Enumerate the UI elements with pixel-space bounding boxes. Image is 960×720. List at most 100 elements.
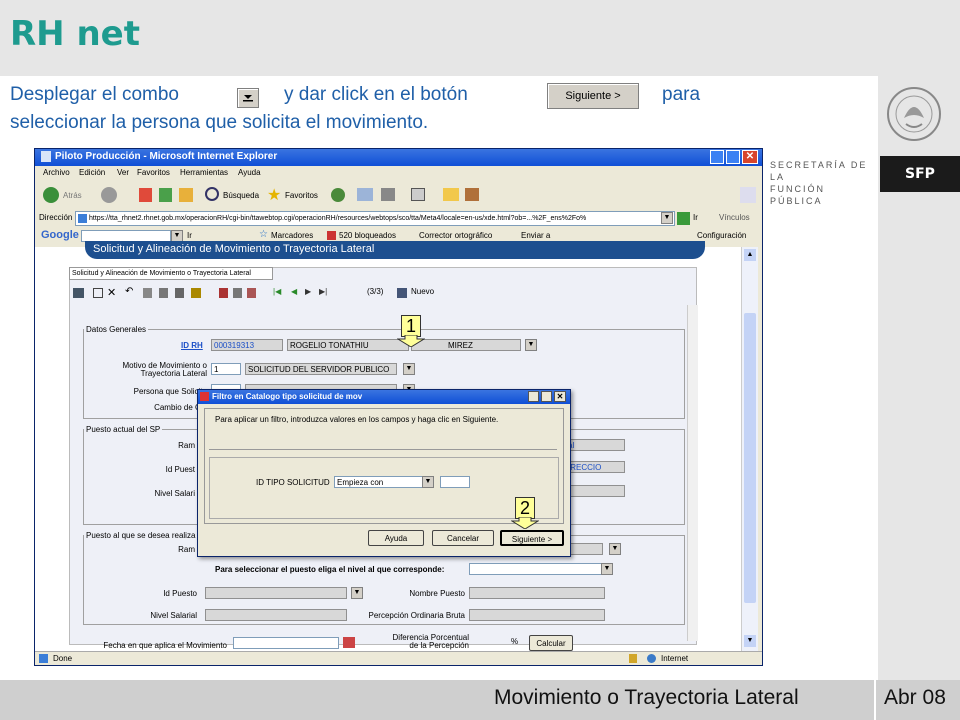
cut-icon[interactable] bbox=[219, 288, 228, 298]
delete-icon[interactable]: ✕ bbox=[107, 286, 116, 299]
refresh-icon[interactable] bbox=[159, 188, 172, 202]
next-button[interactable]: Siguiente > bbox=[500, 530, 564, 546]
links-label[interactable]: Vínculos bbox=[719, 213, 750, 222]
back-label[interactable]: Atrás bbox=[63, 191, 82, 200]
sort-icon[interactable] bbox=[175, 288, 184, 298]
filter-dialog: Filtro en Catalogo tipo solicitud de mov… bbox=[197, 389, 571, 557]
menu-favoritos[interactable]: Favoritos bbox=[137, 168, 170, 177]
calendar-icon[interactable] bbox=[343, 637, 355, 648]
org-name: SECRETARÍA DE LA FUNCIÓN PÚBLICA bbox=[770, 159, 880, 207]
ram2-dropdown-icon[interactable]: ▼ bbox=[609, 543, 621, 555]
id-rh-link[interactable]: ID RH bbox=[181, 341, 203, 350]
nivel-prompt: Para seleccionar el puesto eliga el nive… bbox=[215, 565, 445, 574]
folder-icon[interactable] bbox=[443, 188, 459, 201]
menu-archivo[interactable]: Archivo bbox=[43, 168, 70, 177]
nivel-select[interactable] bbox=[469, 563, 613, 575]
last-record-icon[interactable]: ▶| bbox=[319, 287, 327, 296]
motivo-label-2: Trayectoria Lateral bbox=[140, 369, 207, 378]
mail-icon[interactable] bbox=[357, 188, 373, 201]
copy-icon[interactable] bbox=[233, 288, 242, 298]
search-icon[interactable] bbox=[205, 187, 219, 201]
id-puesto-label-partial: Id Puest bbox=[165, 465, 195, 474]
lock-icon bbox=[629, 654, 637, 663]
media-icon[interactable] bbox=[331, 188, 345, 202]
first-record-icon[interactable]: |◀ bbox=[273, 287, 281, 296]
find-icon[interactable] bbox=[191, 288, 201, 298]
filter-value-input[interactable] bbox=[440, 476, 470, 488]
settings-label[interactable]: Configuración bbox=[697, 231, 746, 240]
page-icon bbox=[78, 213, 87, 223]
back-icon[interactable] bbox=[43, 187, 59, 203]
go-label[interactable]: Ir bbox=[693, 213, 698, 222]
favorites-label[interactable]: Favoritos bbox=[285, 191, 318, 200]
nivel-salarial-field bbox=[205, 609, 347, 621]
scroll-down-icon[interactable]: ▼ bbox=[744, 635, 756, 647]
org-line-1: SECRETARÍA DE LA bbox=[770, 160, 868, 182]
print-icon[interactable] bbox=[381, 188, 395, 201]
fecha-field[interactable] bbox=[233, 637, 339, 649]
operator-select[interactable]: Empieza con bbox=[334, 476, 432, 488]
blocked-label[interactable]: 520 bloqueados bbox=[339, 231, 396, 240]
footer-title: Movimiento o Trayectoria Lateral bbox=[494, 686, 799, 709]
scroll-thumb[interactable] bbox=[744, 313, 756, 603]
research-icon[interactable] bbox=[465, 188, 479, 201]
diferencia-label-2: de la Percepción bbox=[409, 641, 469, 650]
dialog-minimize-button[interactable] bbox=[528, 391, 539, 402]
google-logo: Google bbox=[41, 229, 79, 241]
clear-filter-icon[interactable] bbox=[159, 288, 168, 298]
new-doc-icon[interactable] bbox=[93, 288, 103, 298]
id-rh-dropdown-icon[interactable]: ▼ bbox=[525, 339, 537, 351]
favorites-icon[interactable]: ★ bbox=[267, 185, 281, 205]
bookmark-star-icon[interactable]: ☆ bbox=[259, 229, 268, 240]
home-icon[interactable] bbox=[179, 188, 193, 202]
filter-icon[interactable] bbox=[143, 288, 152, 298]
id-puesto-field bbox=[205, 587, 347, 599]
send-label[interactable]: Enviar a bbox=[521, 231, 550, 240]
stop-icon[interactable] bbox=[139, 188, 152, 202]
new-record-icon[interactable] bbox=[397, 288, 407, 298]
dialog-close-button[interactable]: ✕ bbox=[554, 391, 566, 402]
help-button[interactable]: Ayuda bbox=[368, 530, 424, 546]
inner-scrollbar[interactable] bbox=[687, 305, 698, 641]
edit-icon[interactable] bbox=[411, 188, 425, 201]
spell-label[interactable]: Corrector ortográfico bbox=[419, 231, 492, 240]
prev-record-icon[interactable]: ◀ bbox=[291, 287, 297, 296]
close-button[interactable]: ✕ bbox=[742, 150, 758, 164]
nivel-select-icon[interactable]: ▼ bbox=[601, 563, 613, 575]
address-input[interactable]: https://tta_rhnet2.rhnet.gob.mx/operacio… bbox=[75, 211, 675, 226]
footer-divider bbox=[874, 680, 876, 720]
paste-icon[interactable] bbox=[247, 288, 256, 298]
address-dropdown-icon[interactable]: ▼ bbox=[661, 212, 673, 224]
next-record-icon[interactable]: ▶ bbox=[305, 287, 311, 296]
grid-icon[interactable] bbox=[73, 288, 84, 298]
minimize-button[interactable] bbox=[710, 150, 724, 164]
tab-solicitud[interactable]: Solicitud y Alineación de Movimiento o T… bbox=[69, 267, 273, 280]
nuevo-label[interactable]: Nuevo bbox=[411, 287, 434, 296]
bookmarks-label[interactable]: Marcadores bbox=[271, 231, 313, 240]
name-field: ROGELIO TONATHIU bbox=[287, 339, 409, 351]
menu-ayuda[interactable]: Ayuda bbox=[238, 168, 261, 177]
google-go[interactable]: Ir bbox=[187, 231, 192, 240]
org-line-2: FUNCIÓN PÚBLICA bbox=[770, 184, 825, 206]
persona-label: Persona que Solicita bbox=[133, 387, 207, 396]
motivo-code-field[interactable]: 1 bbox=[211, 363, 241, 375]
dialog-maximize-button[interactable] bbox=[541, 391, 552, 402]
menu-edicion[interactable]: Edición bbox=[79, 168, 105, 177]
record-count: (3/3) bbox=[367, 287, 384, 296]
app-banner: Solicitud y Alineación de Movimiento o T… bbox=[85, 241, 705, 259]
operator-dropdown-icon[interactable]: ▼ bbox=[422, 476, 434, 488]
undo-icon[interactable]: ↶ bbox=[125, 286, 133, 297]
forward-icon[interactable] bbox=[101, 187, 117, 203]
page-scrollbar[interactable]: ▲ ▼ bbox=[741, 247, 758, 651]
menu-ver[interactable]: Ver bbox=[117, 168, 129, 177]
menu-herramientas[interactable]: Herramientas bbox=[180, 168, 228, 177]
search-label[interactable]: Búsqueda bbox=[223, 191, 259, 200]
motivo-dropdown-icon[interactable]: ▼ bbox=[403, 363, 415, 375]
go-icon[interactable] bbox=[677, 212, 690, 225]
maximize-button[interactable] bbox=[726, 150, 740, 164]
calcular-button[interactable]: Calcular bbox=[529, 635, 573, 651]
scroll-up-icon[interactable]: ▲ bbox=[744, 249, 756, 261]
cancel-button[interactable]: Cancelar bbox=[432, 530, 494, 546]
filter-field-label: ID TIPO SOLICITUD bbox=[256, 478, 330, 487]
id-puesto-dropdown-icon[interactable]: ▼ bbox=[351, 587, 363, 599]
